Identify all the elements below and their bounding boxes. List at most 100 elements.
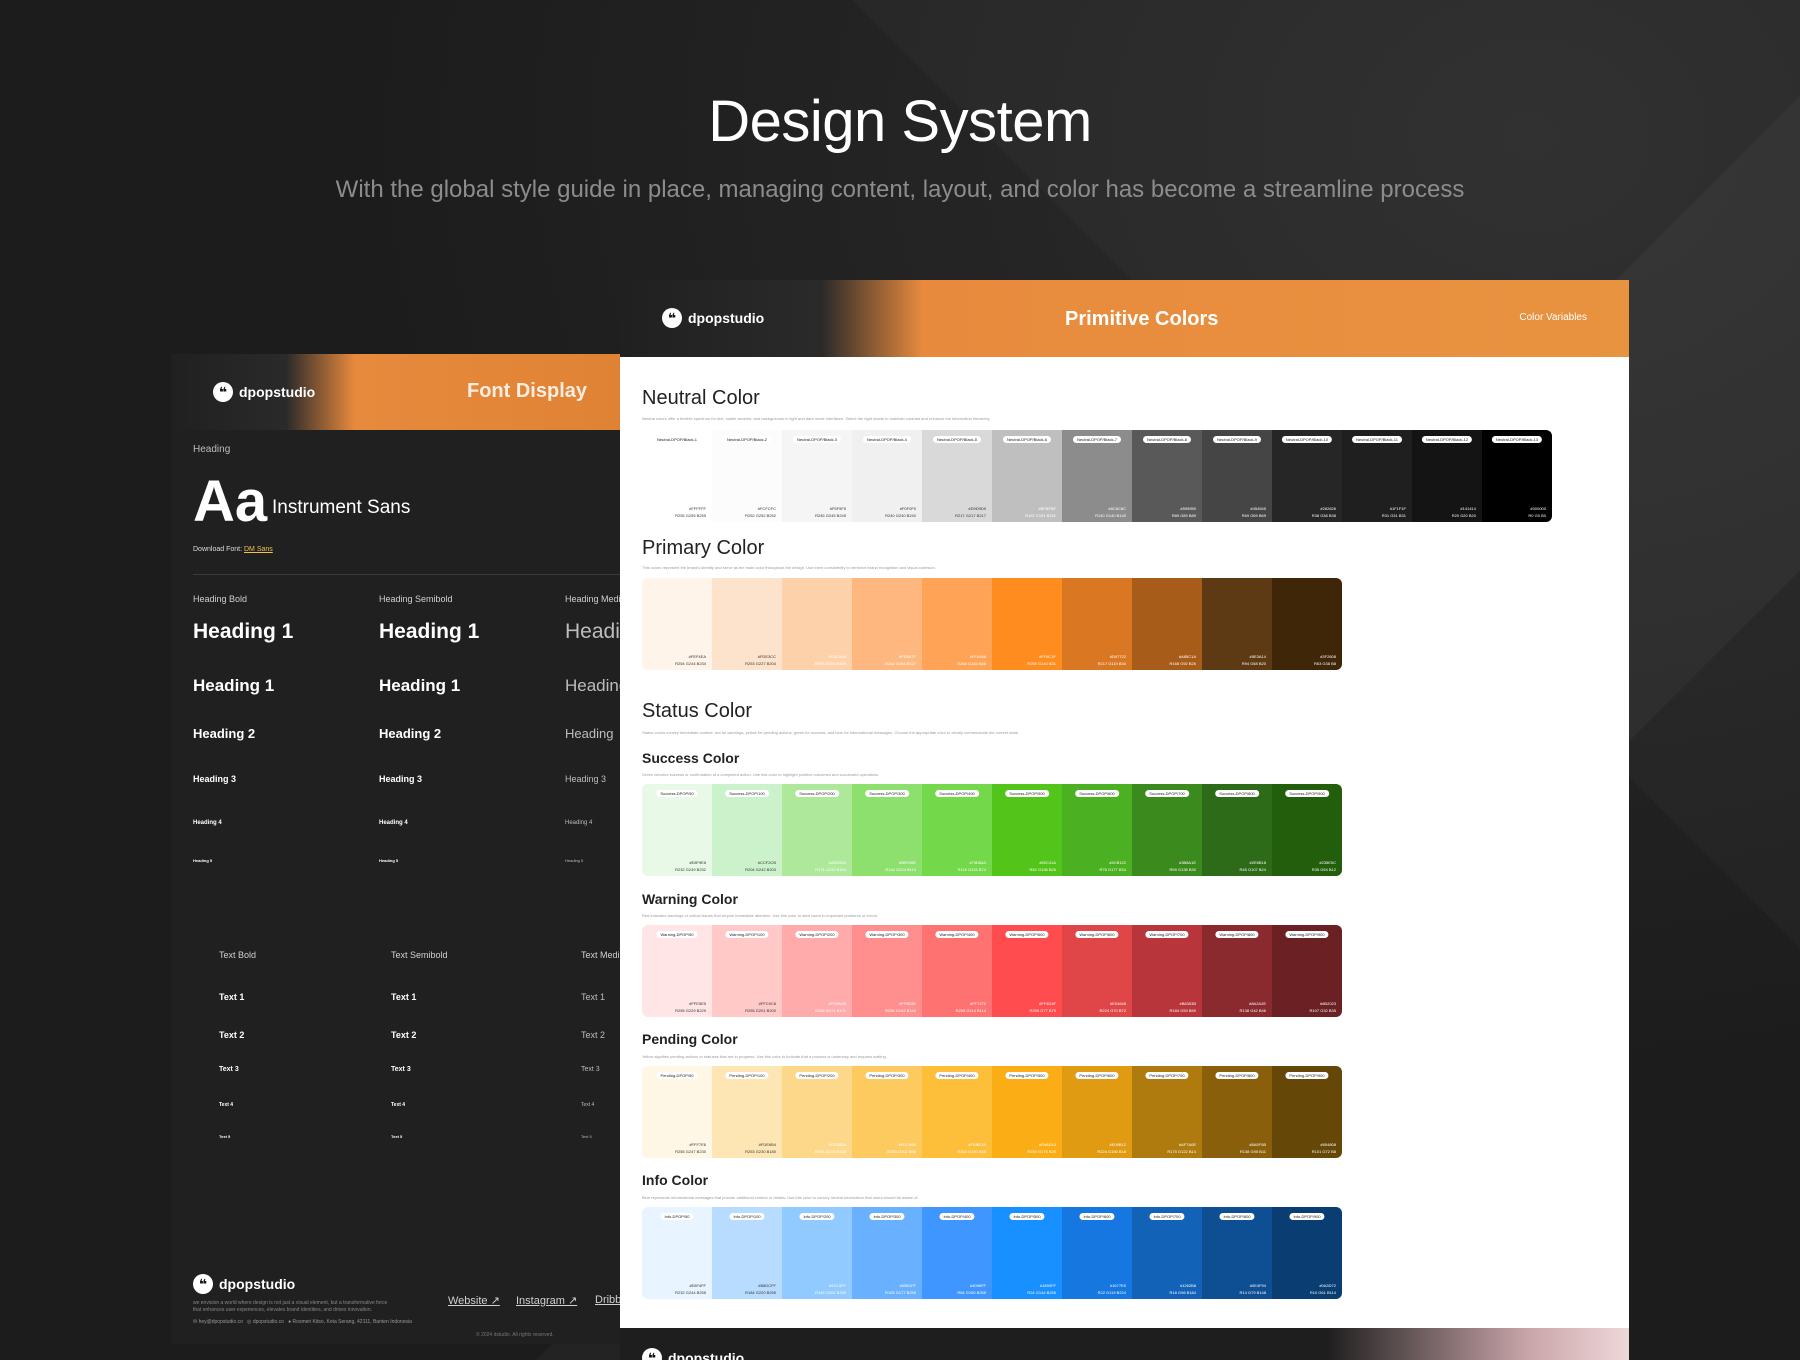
color-swatch[interactable]: Success-DPOP/200 #AEE89A R174 G232 B154 [782,784,852,876]
swatch-rgb: R31 G31 B31 [1381,513,1406,518]
swatch-name: Info-DPOP/400 [939,1213,975,1220]
color-swatch[interactable]: Pending-DPOP/700 #AF7A0E R175 G122 B14 [1132,1066,1202,1158]
color-swatch[interactable]: Warning-DPOP/400 #FF7272 R255 G114 B114 [922,925,992,1017]
color-swatch[interactable]: Info-DPOP/700 #1262B8 R18 G98 B184 [1132,1207,1202,1299]
color-swatch[interactable]: Neutral-DPOP/Black-1 #FFFFFF R255 G255 B25… [642,430,712,522]
website-link[interactable]: Website ↗ [448,1294,500,1307]
color-swatch[interactable]: Neutral-DPOP/Black-7 #8C8C8C R140 G140 B14… [1062,430,1132,522]
brand-logo[interactable]: ❝ dpopstudio [662,308,764,328]
color-swatch[interactable]: Neutral-DPOP/Black-12 #141414 R20 G20 B20 [1412,430,1482,522]
text-column-label: Text Medi [581,950,620,960]
color-swatch[interactable]: #FDE3CC R253 G227 B204 [712,578,782,670]
color-swatch[interactable]: Success-DPOP/50 #E8F9E8 R232 G249 B232 [642,784,712,876]
color-swatch[interactable]: Info-DPOP/900 #0A3D72 R10 G61 B114 [1272,1207,1342,1299]
swatch-rgb: R35 G94 B12 [1311,867,1336,872]
swatch-rgb: R253 G230 B180 [745,1149,776,1154]
color-swatch[interactable]: Success-DPOP/500 #52C41A R82 G196 B26 [992,784,1062,876]
swatch-rgb: R255 G171 B171 [815,1008,846,1013]
color-swatch[interactable]: Neutral-DPOP/Black-4 #F0F0F0 R240 G240 B24… [852,430,922,522]
footer-logo[interactable]: ❝ dpopstudio [193,1274,295,1294]
color-swatch[interactable]: Pending-DPOP/900 #654808 R101 G72 B8 [1272,1066,1342,1158]
color-swatch[interactable]: Info-DPOP/50 #E8F4FF R232 G244 B255 [642,1207,712,1299]
color-swatch[interactable]: Success-DPOP/300 #8EE06E R142 G224 B110 [852,784,922,876]
color-swatch[interactable]: Neutral-DPOP/Black-8 #595959 R89 G89 B89 [1132,430,1202,522]
color-swatch[interactable]: Pending-DPOP/100 #FDE6B4 R253 G230 B180 [712,1066,782,1158]
color-swatch[interactable]: Neutral-DPOP/Black-5 #D9D9D9 R217 G217 B21… [922,430,992,522]
color-swatch[interactable]: Warning-DPOP/300 #FF8E8E R255 G142 B142 [852,925,922,1017]
color-swatch[interactable]: Info-DPOP/400 #4096FF R64 G150 B255 [922,1207,992,1299]
color-swatch[interactable]: Pending-DPOP/500 #FAAD14 R250 G173 B20 [992,1066,1062,1158]
instagram-link[interactable]: Instagram ↗ [516,1294,577,1307]
color-swatch[interactable]: Warning-DPOP/100 #FFC9C8 R255 G201 B200 [712,925,782,1017]
swatch-hex: #D97722 [1109,654,1126,659]
color-swatch[interactable]: Warning-DPOP/700 #B8353B R184 G53 B59 [1132,925,1202,1017]
swatch-rgb: R191 G191 B191 [1025,513,1056,518]
color-swatch[interactable]: Pending-DPOP/200 #FED88A R254 G216 B138 [782,1066,852,1158]
swatch-hex: #FED88A [828,1142,846,1147]
swatch-hex: #1262B8 [1179,1283,1196,1288]
color-swatch[interactable]: Pending-DPOP/800 #8A5F0B R138 G95 B11 [1202,1066,1272,1158]
download-font-link[interactable]: DM Sans [244,546,273,553]
swatch-hex: #4096FF [969,1283,986,1288]
swatch-rgb: R255 G114 B114 [955,1008,986,1013]
dribbble-link[interactable]: Dribb [595,1294,621,1306]
color-swatch[interactable]: Neutral-DPOP/Black-11 #1F1F1F R31 G31 B31 [1342,430,1412,522]
color-swatch[interactable]: Neutral-DPOP/Black-10 #262626 R38 G38 B38 [1272,430,1342,522]
color-swatch[interactable]: Pending-DPOP/50 #FFF7E6 R255 G247 B230 [642,1066,712,1158]
swatch-rgb: R254 G216 B138 [815,1149,846,1154]
swatch-hex: #FFE5E5 [689,1001,706,1006]
color-swatch[interactable]: Info-DPOP/600 #1677E0 R22 G119 B224 [1062,1207,1132,1299]
success-palette: Success-DPOP/50 #E8F9E8 R232 G249 B232 Succ… [642,784,1342,876]
color-swatch[interactable]: Warning-DPOP/500 #FF4D4F R255 G77 B79 [992,925,1062,1017]
color-swatch[interactable]: #FFA456 R255 G164 B86 [922,578,992,670]
color-swatch[interactable]: Neutral-DPOP/Black-2 #FCFCFC R252 G252 B25… [712,430,782,522]
footer-phone[interactable]: dpopstudio.co [253,1319,284,1325]
brand-logo[interactable]: ❝ dpopstudio [642,1348,744,1360]
color-swatch[interactable]: Warning-DPOP/800 #8A2A2E R138 G42 B46 [1202,925,1272,1017]
color-swatch[interactable]: Info-DPOP/800 #0E4F94 R14 G79 B148 [1202,1207,1272,1299]
color-swatch[interactable]: #3F2608 R63 G38 B8 [1272,578,1342,670]
color-swatch[interactable]: Pending-DPOP/300 #FDCA60 R253 G202 B96 [852,1066,922,1158]
color-swatch[interactable]: Neutral-DPOP/Black-13 #000000 R0 G0 B0 [1482,430,1552,522]
color-swatch[interactable]: Info-DPOP/300 #69B1FF R105 G177 B255 [852,1207,922,1299]
swatch-rgb: R232 G249 B232 [675,867,706,872]
color-swatch[interactable]: #5E3A14 R94 G58 B20 [1202,578,1272,670]
color-swatch[interactable]: #FDD1A9 R253 G209 B169 [782,578,852,670]
color-swatch[interactable]: #FEB87F R254 G184 B127 [852,578,922,670]
color-swatch[interactable]: Warning-DPOP/50 #FFE5E5 R255 G229 B229 [642,925,712,1017]
color-swatch[interactable]: Warning-DPOP/600 #E04648 R224 G70 B72 [1062,925,1132,1017]
color-swatch[interactable]: Success-DPOP/700 #3B8A1E R59 G138 B30 [1132,784,1202,876]
color-swatch[interactable]: Neutral-DPOP/Black-3 #F5F5F5 R245 G245 B24… [782,430,852,522]
color-swatch[interactable]: Pending-DPOP/400 #FDBE3A R253 G190 B58 [922,1066,992,1158]
color-swatch[interactable]: Success-DPOP/900 #235E0C R35 G94 B12 [1272,784,1342,876]
brand-logo[interactable]: ❝ dpopstudio [213,382,315,402]
color-swatch[interactable]: Info-DPOP/200 #91CAFF R145 G202 B255 [782,1207,852,1299]
swatch-hex: #E8F4FF [689,1283,706,1288]
swatch-name: Info-DPOP/100 [729,1213,765,1220]
color-swatch[interactable]: #D97722 R217 G119 B34 [1062,578,1132,670]
font-column-label: Heading Medi [565,594,621,604]
swatch-name: Pending-DPOP/800 [1215,1072,1259,1079]
color-swatch[interactable]: Success-DPOP/600 #4CB122 R76 G177 B34 [1062,784,1132,876]
color-swatch[interactable]: Neutral-DPOP/Black-9 #454545 R69 G69 B69 [1202,430,1272,522]
color-swatch[interactable]: #FF8C1F R255 G140 B31 [992,578,1062,670]
color-swatch[interactable]: Info-DPOP/500 #1890FF R24 G144 B255 [992,1207,1062,1299]
color-swatch[interactable]: #A85C1A R168 G92 B26 [1132,578,1202,670]
swatch-name: Success-DPOP/50 [656,790,698,797]
footer-email[interactable]: hey@dpopstudio.co [199,1319,243,1325]
color-swatch[interactable]: Warning-DPOP/200 #FFABAB R255 G171 B171 [782,925,852,1017]
color-swatch[interactable]: #FEF4EA R254 G244 B234 [642,578,712,670]
pending-palette: Pending-DPOP/50 #FFF7E6 R255 G247 B230 Pend… [642,1066,1342,1158]
swatch-hex: #1F1F1F [1389,506,1406,511]
color-swatch[interactable]: Success-DPOP/400 #73D84A R115 G216 B74 [922,784,992,876]
color-swatch[interactable]: Info-DPOP/100 #B8DCFF R184 G220 B255 [712,1207,782,1299]
color-swatch[interactable]: Success-DPOP/100 #CCF2CB R204 G242 B203 [712,784,782,876]
color-swatch[interactable]: Warning-DPOP/900 #6B2023 R107 G32 B35 [1272,925,1342,1017]
swatch-name: Pending-DPOP/300 [865,1072,909,1079]
swatch-rgb: R145 G202 B255 [815,1290,846,1295]
swatch-name: Info-DPOP/200 [799,1213,835,1220]
color-swatch[interactable]: Success-DPOP/800 #2E6B18 R46 G107 B24 [1202,784,1272,876]
color-swatch[interactable]: Neutral-DPOP/Black-6 #BFBFBF R191 G191 B19… [992,430,1062,522]
color-swatch[interactable]: Pending-DPOP/600 #E09B12 R224 G155 B18 [1062,1066,1132,1158]
color-variables-label[interactable]: Color Variables [1519,312,1587,323]
